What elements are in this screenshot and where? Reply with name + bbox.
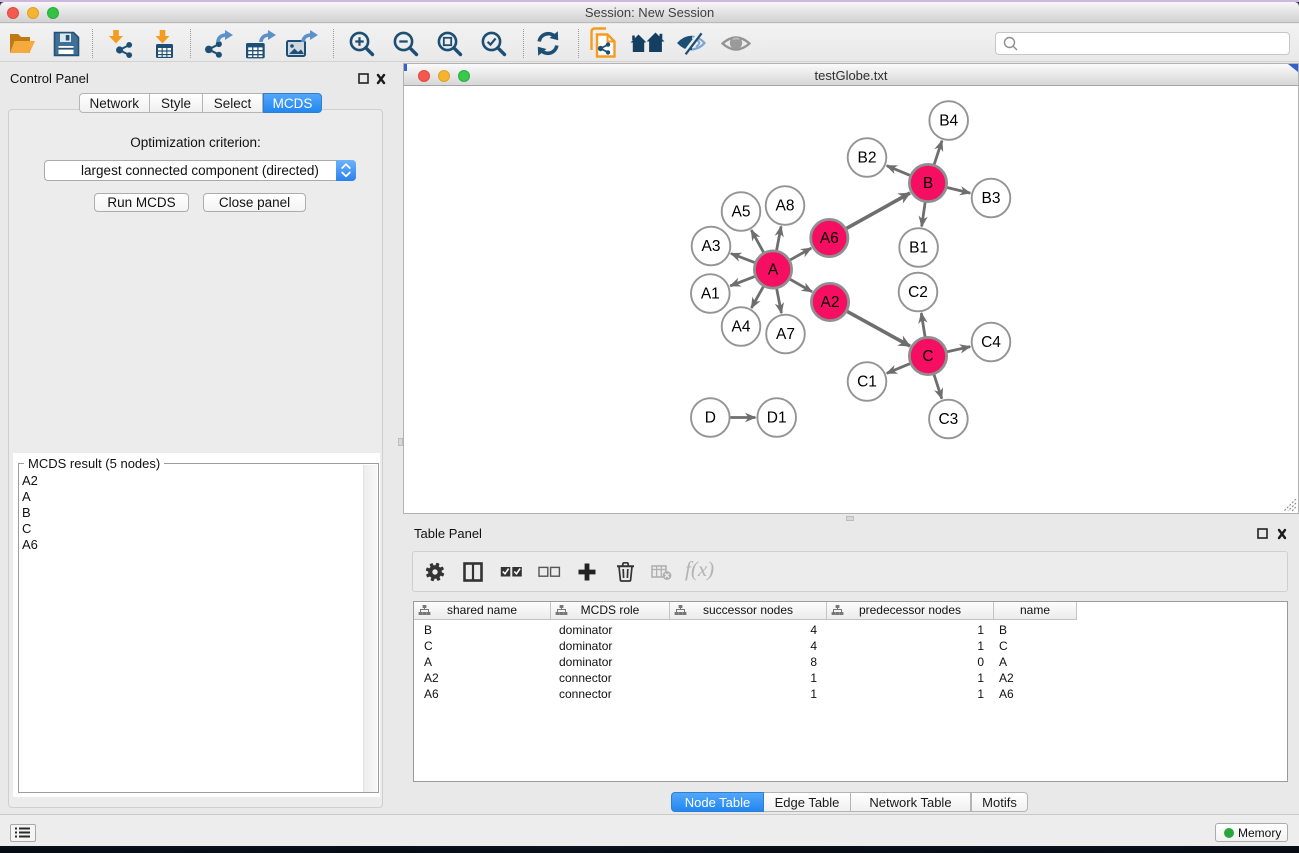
svg-text:A8: A8: [776, 198, 795, 215]
svg-text:B2: B2: [858, 150, 877, 167]
svg-text:A7: A7: [776, 326, 795, 343]
svg-text:A: A: [768, 262, 779, 279]
svg-text:D: D: [705, 410, 716, 427]
svg-text:A2: A2: [821, 294, 840, 311]
svg-text:C4: C4: [981, 334, 1001, 351]
svg-text:A5: A5: [732, 204, 751, 221]
svg-text:C: C: [922, 348, 933, 365]
svg-text:B3: B3: [982, 190, 1001, 207]
svg-text:C1: C1: [857, 374, 877, 391]
svg-text:A4: A4: [732, 319, 751, 336]
svg-text:B: B: [923, 175, 933, 192]
svg-text:B1: B1: [909, 240, 928, 257]
svg-text:A6: A6: [820, 230, 839, 247]
svg-text:B4: B4: [939, 113, 958, 130]
svg-text:C3: C3: [938, 411, 958, 428]
svg-text:D1: D1: [767, 410, 787, 427]
svg-text:A3: A3: [702, 238, 721, 255]
svg-text:A1: A1: [701, 286, 720, 303]
svg-text:C2: C2: [908, 284, 928, 301]
